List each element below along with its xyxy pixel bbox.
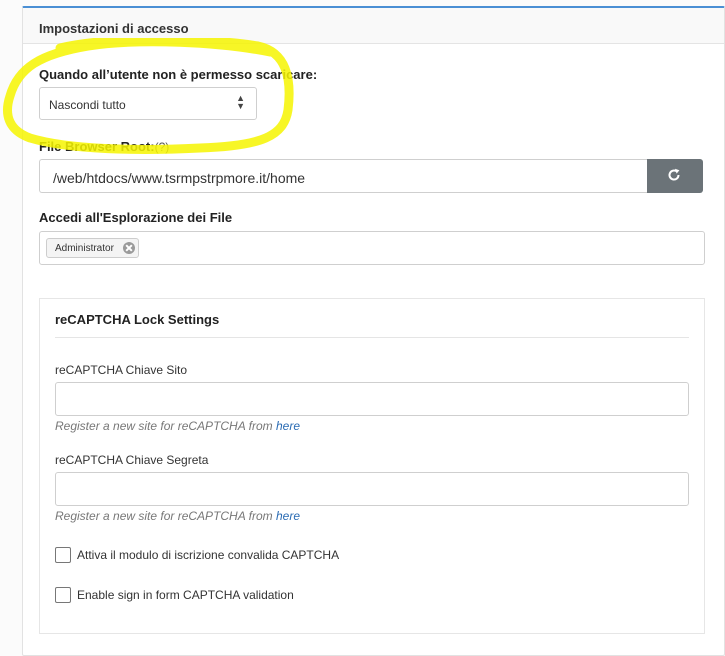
secret-key-label: reCAPTCHA Chiave Segreta bbox=[55, 453, 209, 467]
site-key-input[interactable] bbox=[55, 382, 689, 416]
close-icon[interactable] bbox=[122, 242, 135, 254]
panel-header: Impostazioni di accesso bbox=[23, 8, 724, 44]
recaptcha-settings-box: reCAPTCHA Lock Settings reCAPTCHA Chiave… bbox=[39, 298, 705, 634]
panel-title: Impostazioni di accesso bbox=[39, 21, 189, 36]
divider bbox=[55, 337, 689, 338]
select-value: Nascondi tutto bbox=[49, 98, 126, 112]
file-access-label: Accedi all'Esplorazione dei File bbox=[39, 210, 233, 225]
refresh-icon bbox=[668, 168, 680, 181]
chevron-up-down-icon: ▲ ▼ bbox=[236, 93, 245, 111]
secret-key-register-link[interactable]: here bbox=[276, 509, 300, 523]
signin-captcha-label: Enable sign in form CAPTCHA validation bbox=[77, 588, 294, 602]
file-browser-root-label: File Browser Root:(?) bbox=[39, 139, 169, 154]
secret-key-help-text: Register a new site for reCAPTCHA from bbox=[55, 509, 273, 523]
file-browser-root-label-text: File Browser Root: bbox=[39, 139, 155, 154]
signin-captcha-checkbox[interactable] bbox=[55, 587, 71, 603]
signup-captcha-checkbox[interactable] bbox=[55, 547, 71, 563]
secret-key-input[interactable] bbox=[55, 472, 689, 506]
root-path-value: /web/htdocs/www.tsrmpstrpmore.it/home bbox=[53, 170, 306, 186]
help-hint[interactable]: (?) bbox=[155, 140, 170, 154]
site-key-register-link[interactable]: here bbox=[276, 419, 300, 433]
signup-captcha-label: Attiva il modulo di iscrizione convalida… bbox=[77, 548, 340, 562]
file-browser-root-input[interactable]: /web/htdocs/www.tsrmpstrpmore.it/home bbox=[39, 159, 647, 193]
site-key-label: reCAPTCHA Chiave Sito bbox=[55, 363, 188, 377]
refresh-button[interactable] bbox=[647, 159, 703, 193]
file-access-roles-input[interactable]: Administrator bbox=[39, 231, 705, 265]
role-tag-label: Administrator bbox=[55, 243, 114, 254]
site-key-help: Register a new site for reCAPTCHA from h… bbox=[55, 419, 300, 433]
access-settings-panel: Impostazioni di accesso Quando all’utent… bbox=[22, 6, 725, 656]
download-restriction-label: Quando all’utente non è permesso scarica… bbox=[39, 67, 318, 82]
recaptcha-title: reCAPTCHA Lock Settings bbox=[55, 312, 220, 327]
download-restriction-select[interactable]: Nascondi tutto ▲ ▼ bbox=[39, 87, 257, 120]
secret-key-help: Register a new site for reCAPTCHA from h… bbox=[55, 509, 300, 523]
site-key-help-text: Register a new site for reCAPTCHA from bbox=[55, 419, 273, 433]
role-tag: Administrator bbox=[46, 238, 139, 258]
